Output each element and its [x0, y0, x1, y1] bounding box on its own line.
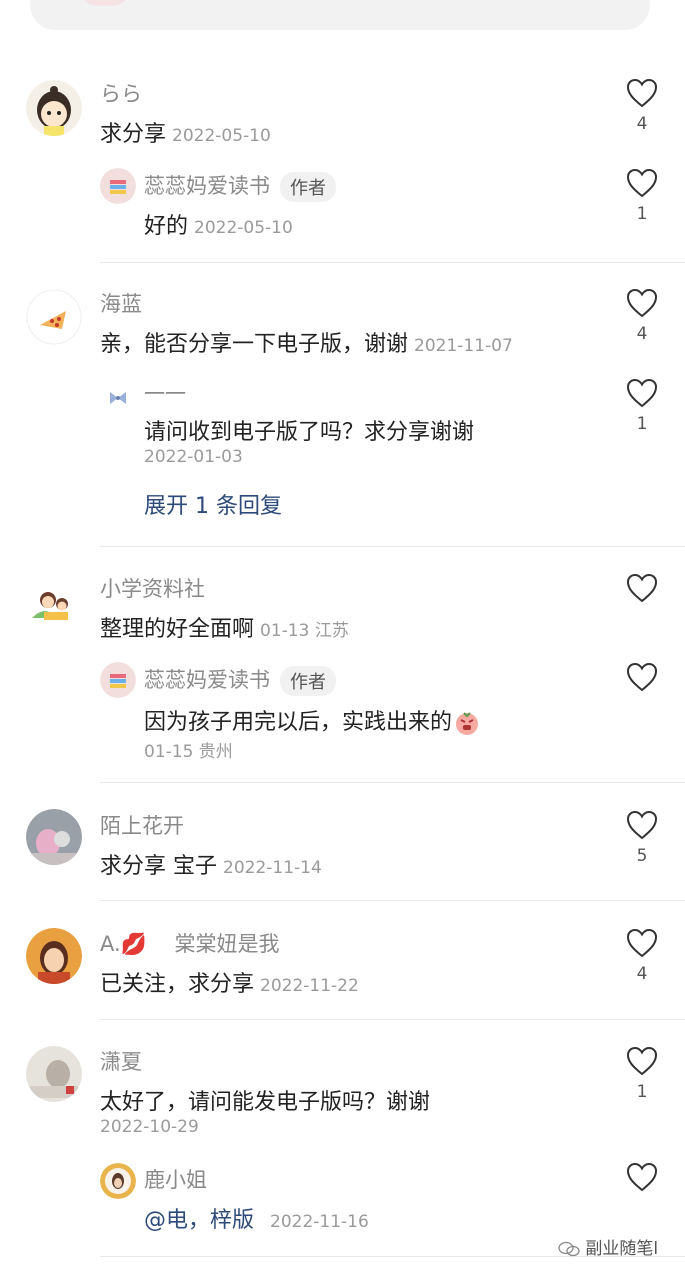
- comment-date: 2022-10-29: [100, 1117, 199, 1137]
- reply-date: 01-15 贵州: [144, 742, 233, 762]
- like-button[interactable]: 1: [622, 168, 662, 224]
- avatar[interactable]: [100, 1163, 136, 1199]
- reply-text: 请问收到电子版了吗？求分享谢谢: [144, 420, 475, 445]
- heart-icon: [626, 928, 658, 958]
- emoji-icon: [454, 710, 480, 736]
- reply-author[interactable]: 鹿小姐: [144, 1164, 207, 1194]
- comment-text: 已关注，求分享 2022-11-22: [100, 972, 359, 997]
- watermark: 副业随笔l: [558, 1234, 658, 1259]
- like-count: 5: [636, 846, 648, 866]
- like-button[interactable]: 5: [622, 810, 662, 866]
- comment-author[interactable]: 陌上花开: [100, 810, 184, 840]
- comment-author[interactable]: 小学资料社: [100, 573, 205, 603]
- comment-date: 2022-05-10: [172, 126, 271, 146]
- avatar[interactable]: [26, 289, 82, 345]
- comment-date: 2022-11-14: [223, 858, 322, 878]
- reply-text: @电，梓版 2022-11-16: [144, 1208, 369, 1233]
- reply-author[interactable]: 蕊蕊妈爱读书 作者: [144, 170, 336, 202]
- wechat-icon: [558, 1241, 580, 1257]
- heart-icon: [626, 1162, 658, 1192]
- comment-date: 2021-11-07: [414, 336, 513, 356]
- reply-date: 2022-01-03: [144, 447, 243, 467]
- divider: [100, 900, 685, 901]
- like-button[interactable]: [622, 662, 662, 692]
- heart-icon: [626, 1046, 658, 1076]
- top-comment-bar: [0, 0, 685, 40]
- like-count: 4: [636, 964, 648, 984]
- comment-input-stub[interactable]: [30, 0, 650, 30]
- avatar[interactable]: [26, 80, 82, 136]
- like-count: 1: [636, 204, 648, 224]
- heart-icon: [626, 810, 658, 840]
- like-button[interactable]: 1: [622, 1046, 662, 1102]
- comment-text: 太好了，请问能发电子版吗？谢谢: [100, 1090, 431, 1115]
- reply-date: 2022-05-10: [194, 218, 293, 238]
- divider: [100, 262, 685, 263]
- comment-text: 求分享 2022-05-10: [100, 122, 271, 147]
- expand-replies-link[interactable]: 展开 1 条回复: [144, 488, 282, 520]
- like-count: 1: [636, 1082, 648, 1102]
- reply-text: 因为孩子用完以后，实践出来的: [144, 704, 480, 736]
- heart-icon: [626, 378, 658, 408]
- avatar[interactable]: [100, 662, 136, 698]
- heart-icon: [626, 168, 658, 198]
- like-button[interactable]: [622, 1162, 662, 1192]
- divider: [100, 546, 685, 547]
- comment-author[interactable]: A.💋 棠棠妞是我: [100, 928, 280, 958]
- divider: [100, 1019, 685, 1020]
- avatar[interactable]: [100, 380, 136, 416]
- comment-date: 01-13 江苏: [260, 621, 349, 641]
- heart-icon: [626, 78, 658, 108]
- like-count: 4: [636, 324, 648, 344]
- avatar[interactable]: [26, 809, 82, 865]
- comment-author[interactable]: らら: [100, 78, 142, 108]
- like-button[interactable]: [622, 573, 662, 603]
- reply-date: 2022-11-16: [270, 1212, 369, 1232]
- like-button[interactable]: 4: [622, 288, 662, 344]
- like-count: 4: [636, 114, 648, 134]
- reply-text: 好的 2022-05-10: [144, 214, 293, 239]
- avatar[interactable]: [26, 928, 82, 984]
- comment-text: 整理的好全面啊 01-13 江苏: [100, 617, 349, 642]
- avatar[interactable]: [26, 574, 82, 630]
- divider: [100, 782, 685, 783]
- avatar[interactable]: [100, 168, 136, 204]
- comment-text: 亲，能否分享一下电子版，谢谢 2021-11-07: [100, 332, 513, 357]
- comment-author[interactable]: 海蓝: [100, 288, 142, 318]
- reply-author[interactable]: 一一: [144, 378, 186, 408]
- heart-icon: [626, 288, 658, 318]
- like-button[interactable]: 4: [622, 928, 662, 984]
- avatar[interactable]: [26, 1046, 82, 1102]
- author-badge: 作者: [280, 172, 336, 202]
- comment-date: 2022-11-22: [260, 976, 359, 996]
- author-badge: 作者: [280, 666, 336, 696]
- comment-text: 求分享 宝子 2022-11-14: [100, 854, 322, 879]
- comment-author[interactable]: 潇夏: [100, 1046, 142, 1076]
- like-button[interactable]: 1: [622, 378, 662, 434]
- reply-author[interactable]: 蕊蕊妈爱读书 作者: [144, 664, 336, 696]
- like-count: 1: [636, 414, 648, 434]
- heart-icon: [626, 662, 658, 692]
- like-button[interactable]: 4: [622, 78, 662, 134]
- heart-icon: [626, 573, 658, 603]
